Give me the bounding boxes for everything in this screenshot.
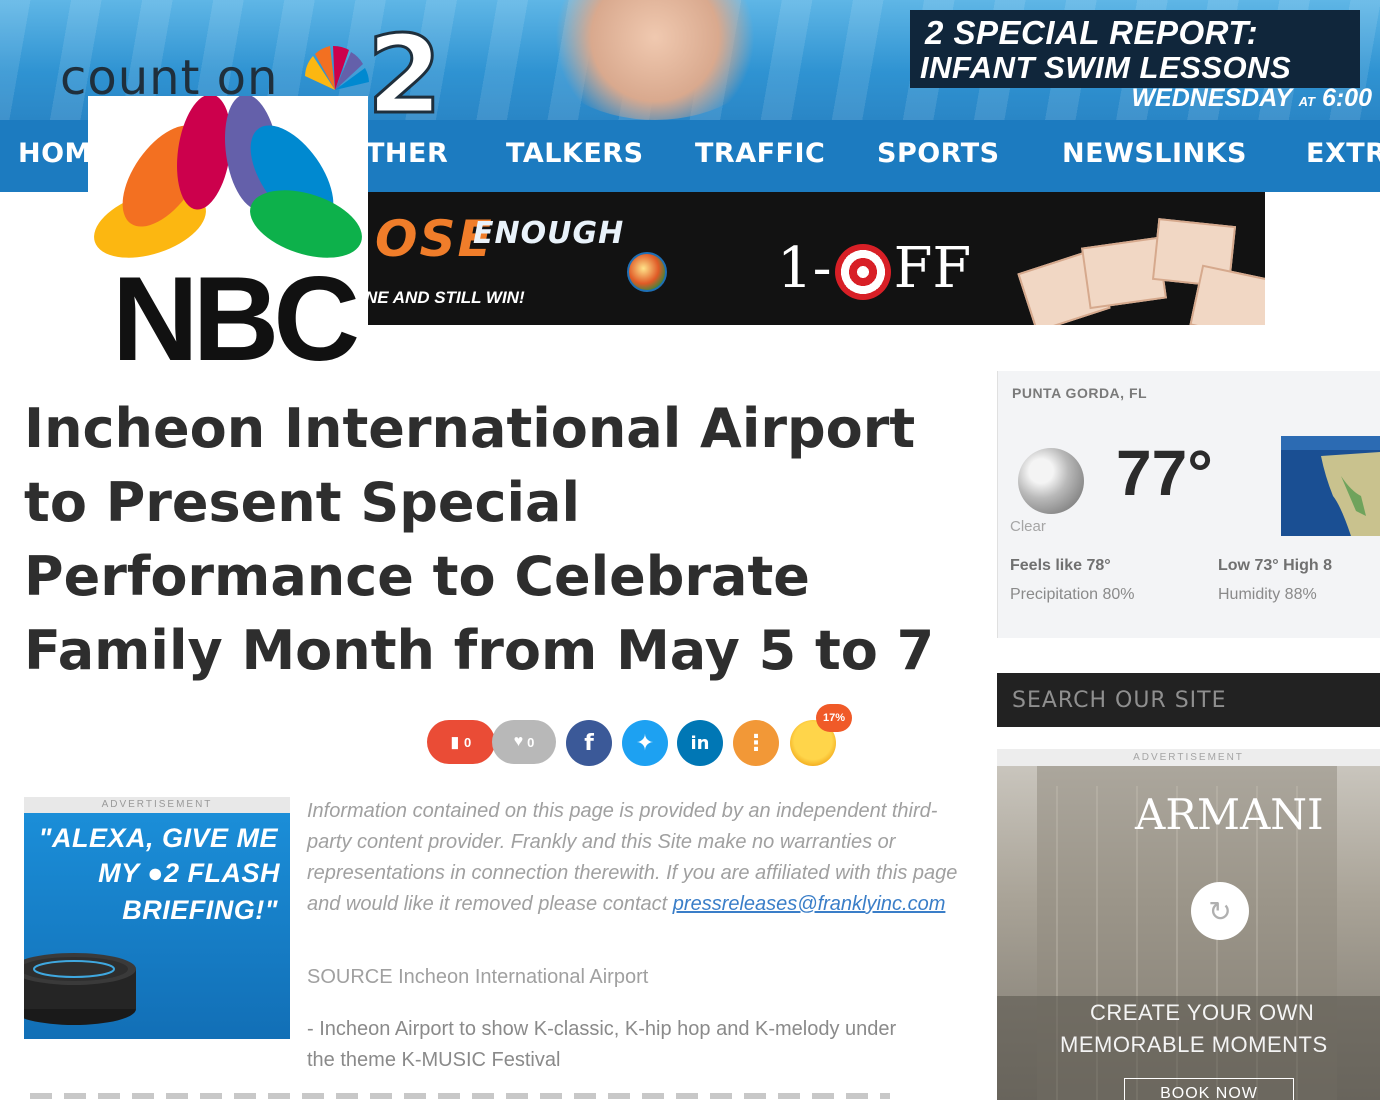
nav-item-weather[interactable]: THER <box>366 138 448 169</box>
weather-temperature: 77° <box>1116 437 1213 509</box>
lottery-logo-icon <box>627 252 667 292</box>
nav-item-extra[interactable]: EXTR <box>1306 138 1380 169</box>
ad-still-win-text: NE AND STILL WIN! <box>365 288 525 307</box>
armani-ad-line2: MEMORABLE MOMENTS <box>1060 1032 1328 1057</box>
ad-enough-text: ENOUGH <box>473 216 625 251</box>
armani-ad-title: ARMANI <box>1135 790 1324 839</box>
lottery-ad-banner[interactable]: OSE ENOUGH NE AND STILL WIN! 1- FF <box>365 192 1265 325</box>
channel-2-logo-icon: ●2 <box>147 858 180 888</box>
special-report-hour: 6:00 <box>1321 84 1372 112</box>
reaction-percent-badge: 17% <box>816 704 852 732</box>
weather-radar-map[interactable] <box>1281 436 1380 536</box>
weather-precipitation: Precipitation 80% <box>1010 586 1135 603</box>
article-bullet: - Incheon Airport to show K-classic, K-h… <box>307 1018 897 1071</box>
weather-low-high: Low 73° High 8 <box>1218 557 1332 574</box>
nav-item-talkers[interactable]: TALKERS <box>506 138 644 169</box>
heart-icon: ♥ <box>513 733 524 750</box>
alexa-ad-line2: MY ●2 FLASH <box>98 858 280 889</box>
alexa-ad-line1: "ALEXA, GIVE ME <box>38 823 278 853</box>
loading-spinner-icon: ↻ <box>1191 882 1249 940</box>
special-report-at: AT <box>1298 94 1315 109</box>
alexa-ad-line2-post: FLASH <box>187 858 280 888</box>
weather-feels-like: Feels like 78° <box>1010 557 1111 574</box>
third-party-disclaimer: Information contained on this page is pr… <box>307 796 967 920</box>
article-source: SOURCE Incheon International Airport <box>307 966 649 988</box>
nbc-logo-text: NBC <box>112 252 360 386</box>
facebook-icon: f <box>584 730 594 756</box>
comments-button[interactable]: ▮ 0 <box>427 720 495 764</box>
twitter-icon: ✦ <box>635 730 655 756</box>
comment-icon: ▮ <box>450 734 460 751</box>
alexa-ad-line2-pre: MY <box>98 858 140 888</box>
search-input[interactable] <box>1004 679 1374 721</box>
special-report-title: 2 SPECIAL REPORT: <box>925 14 1259 51</box>
article-headline: Incheon International Airport to Present… <box>24 397 935 682</box>
special-report-subtitle: INFANT SWIM LESSONS <box>920 50 1292 85</box>
ad-one-off-suffix: FF <box>893 236 972 301</box>
likes-button[interactable]: ♥ 0 <box>492 720 556 764</box>
nav-item-sports[interactable]: SPORTS <box>877 138 1000 169</box>
linkedin-icon: in <box>690 732 710 754</box>
weather-condition: Clear <box>1010 518 1046 535</box>
article-continuation-text <box>30 1093 890 1099</box>
moon-icon <box>1018 448 1084 514</box>
weather-humidity: Humidity 88% <box>1218 586 1317 603</box>
weather-city: PUNTA GORDA, FL <box>1012 385 1148 401</box>
press-release-email-link[interactable]: pressreleases@franklyinc.com <box>673 893 946 915</box>
comments-count: 0 <box>464 734 472 750</box>
nbc-peacock-icon <box>94 94 362 260</box>
ad-one-off-prefix: 1- <box>777 236 832 301</box>
nav-item-newslinks[interactable]: NEWSLINKS <box>1062 138 1247 169</box>
armani-ad-line1: CREATE YOUR OWN <box>1090 1000 1315 1025</box>
target-icon <box>835 244 891 300</box>
special-report-day: WEDNESDAY <box>1131 84 1292 112</box>
book-now-button[interactable]: BOOK NOW <box>1124 1078 1294 1100</box>
alexa-flash-briefing-ad[interactable]: "ALEXA, GIVE ME MY ●2 FLASH BRIEFING!" <box>24 813 290 1039</box>
more-share-button[interactable]: ⋮ <box>733 720 779 766</box>
linkedin-share-button[interactable]: in <box>677 720 723 766</box>
radar-map-icon <box>1281 436 1380 536</box>
nav-item-home[interactable]: HOM <box>18 138 92 169</box>
more-icon: ⋮ <box>745 730 767 756</box>
alexa-ad-line3: BRIEFING!" <box>122 895 278 925</box>
likes-count: 0 <box>527 734 535 750</box>
nav-item-traffic[interactable]: TRAFFIC <box>695 138 825 169</box>
twitter-share-button[interactable]: ✦ <box>622 720 668 766</box>
lottery-tickets-image <box>1005 202 1265 325</box>
special-report-time: WEDNESDAY AT 6:00 <box>1131 84 1372 113</box>
echo-dot-device-icon <box>24 953 136 1025</box>
advertisement-label: ADVERTISEMENT <box>24 797 290 813</box>
svg-text:2: 2 <box>367 20 442 120</box>
facebook-share-button[interactable]: f <box>566 720 612 766</box>
advertisement-label: ADVERTISEMENT <box>997 749 1380 766</box>
